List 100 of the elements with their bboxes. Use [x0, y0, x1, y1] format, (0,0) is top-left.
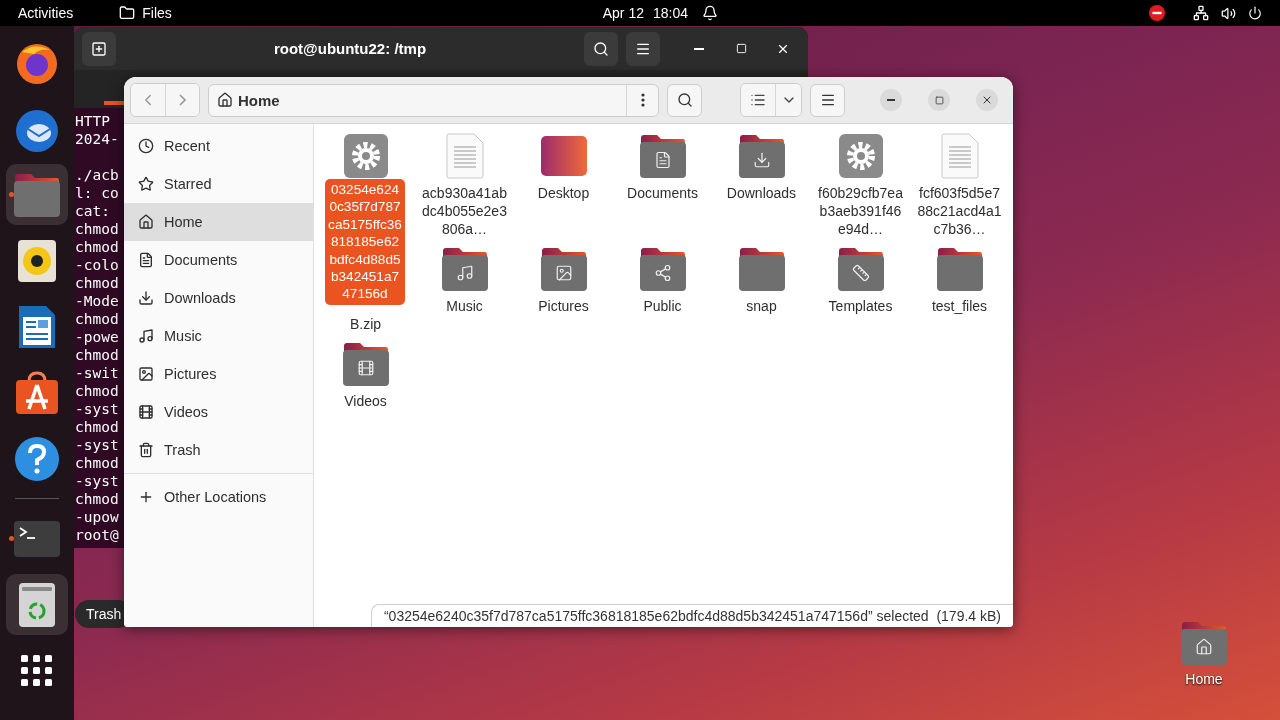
- file-manager-icon[interactable]: [13, 172, 61, 217]
- file-name[interactable]: acb930a41abdc4b055e2e3806a…: [420, 184, 509, 238]
- sidebar-item[interactable]: Home: [124, 203, 313, 241]
- folder-icon: [341, 342, 390, 386]
- list-icon: [750, 92, 766, 108]
- terminal-line: -syst: [75, 400, 119, 418]
- film-icon: [138, 404, 154, 420]
- folder-icon: [440, 247, 489, 291]
- terminal-line: -powe: [75, 328, 119, 346]
- star-icon: [138, 176, 154, 192]
- desktop-icon-label[interactable]: Home: [1185, 671, 1223, 687]
- file-name[interactable]: test_files: [915, 297, 1004, 315]
- volume-icon: [1221, 5, 1236, 21]
- minimize-button[interactable]: [880, 89, 902, 111]
- file-name[interactable]: Videos: [321, 392, 410, 410]
- sidebar-item[interactable]: Downloads: [124, 279, 313, 317]
- folder-icon: [836, 247, 885, 291]
- kebab-icon: [640, 93, 645, 107]
- clock-label[interactable]: 18:04: [653, 5, 689, 21]
- terminal-line: -syst: [75, 472, 119, 490]
- app-menu[interactable]: Files: [142, 5, 172, 21]
- window-title: root@ubuntu22: /tmp: [272, 40, 428, 58]
- search-icon: [676, 92, 693, 108]
- clock-icon: [138, 138, 154, 154]
- do-not-disturb-icon: [1149, 5, 1165, 21]
- file-name[interactable]: fcf603f5d5e788c21acd4a1c7b36…: [915, 184, 1004, 238]
- terminal-line: -Mode: [75, 292, 119, 310]
- minimize-icon: [694, 47, 704, 50]
- new-tab-button[interactable]: [82, 31, 116, 66]
- file-name[interactable]: Templates: [816, 297, 905, 315]
- download-icon: [138, 290, 154, 306]
- home-folder-icon[interactable]: [1180, 621, 1228, 665]
- sidebar-item[interactable]: Recent: [124, 127, 313, 165]
- dock-item[interactable]: [6, 574, 68, 635]
- file-name[interactable]: B.zip: [321, 315, 410, 333]
- terminal-line: HTTP: [75, 112, 110, 130]
- maximize-icon: [934, 95, 944, 105]
- menu-icon: [819, 92, 836, 108]
- folder-icon: [638, 247, 687, 291]
- date-label[interactable]: Apr 12: [602, 5, 644, 21]
- terminal-line: chmod: [75, 346, 119, 364]
- trash-icon: [138, 442, 154, 458]
- home-icon: [138, 214, 154, 230]
- sidebar-item[interactable]: Starred: [124, 165, 313, 203]
- terminal-icon[interactable]: [14, 520, 60, 557]
- terminal-line: -upow: [75, 508, 119, 526]
- file-name[interactable]: Music: [420, 297, 509, 315]
- terminal-line: chmod: [75, 238, 119, 256]
- trash-icon[interactable]: [19, 582, 55, 627]
- terminal-line: l: co: [75, 184, 119, 202]
- home-icon: [217, 92, 233, 108]
- terminal-line: chmod: [75, 490, 119, 508]
- bell-icon: [702, 5, 719, 21]
- terminal-line: chmod: [75, 454, 119, 472]
- terminal-line: -swit: [75, 364, 119, 382]
- terminal-line: cat:: [75, 202, 111, 220]
- sidebar-item[interactable]: Other Locations: [124, 478, 313, 516]
- sidebar-item[interactable]: Pictures: [124, 355, 313, 393]
- document-editor-icon[interactable]: [18, 304, 56, 349]
- file-name[interactable]: f60b29cfb7eab3aeb391f46e94d…: [816, 184, 905, 238]
- file-name[interactable]: Downloads: [717, 184, 806, 202]
- gear-icon: [342, 133, 389, 179]
- terminal-line: ./acb: [75, 166, 119, 184]
- menu-button[interactable]: [626, 31, 660, 66]
- app-grid-icon[interactable]: [21, 654, 53, 687]
- terminal-line: chmod: [75, 220, 119, 238]
- file-name[interactable]: snap: [717, 297, 806, 315]
- document-icon: [138, 252, 154, 268]
- activities-button[interactable]: Activities: [18, 5, 74, 21]
- search-button[interactable]: [584, 31, 618, 66]
- sidebar-item[interactable]: Music: [124, 317, 313, 355]
- folder-icon: [119, 5, 136, 21]
- file-name[interactable]: Public: [618, 297, 707, 315]
- folder-icon: [935, 247, 984, 291]
- menu-button[interactable]: [810, 83, 845, 117]
- maximize-icon: [735, 43, 747, 55]
- file-name[interactable]: 03254e6240c35f7d787ca5175ffc36818185e62bdfc4d88d5b342451a747156d: [325, 179, 405, 305]
- desktop-folder-icon: [540, 136, 587, 176]
- image-icon: [138, 366, 154, 382]
- file-name[interactable]: Documents: [618, 184, 707, 202]
- folder-icon: [539, 247, 588, 291]
- close-button[interactable]: [976, 89, 998, 111]
- sidebar-item[interactable]: Videos: [124, 393, 313, 431]
- terminal-line: chmod: [75, 274, 119, 292]
- help-icon[interactable]: [14, 435, 60, 482]
- power-icon: [1248, 6, 1262, 20]
- search-button[interactable]: [667, 83, 702, 117]
- music-note-icon: [138, 328, 154, 344]
- status-label: “03254e6240c35f7d787ca5175ffc36818185e62bdfc4d88d5b342451a747156d” selected (179.4 kB): [370, 604, 1013, 627]
- close-icon: [981, 94, 993, 106]
- speaker-icon[interactable]: [18, 239, 56, 282]
- file-name[interactable]: Pictures: [519, 297, 608, 315]
- sidebar-item[interactable]: Documents: [124, 241, 313, 279]
- text-file-icon: [445, 133, 484, 179]
- chevron-right-icon: [179, 94, 186, 106]
- shopping-bag-icon[interactable]: [15, 370, 59, 415]
- network-icon: [1193, 5, 1209, 21]
- sidebar-item[interactable]: Trash: [124, 431, 313, 469]
- file-name[interactable]: Desktop: [519, 184, 608, 202]
- text-file-icon: [940, 133, 979, 179]
